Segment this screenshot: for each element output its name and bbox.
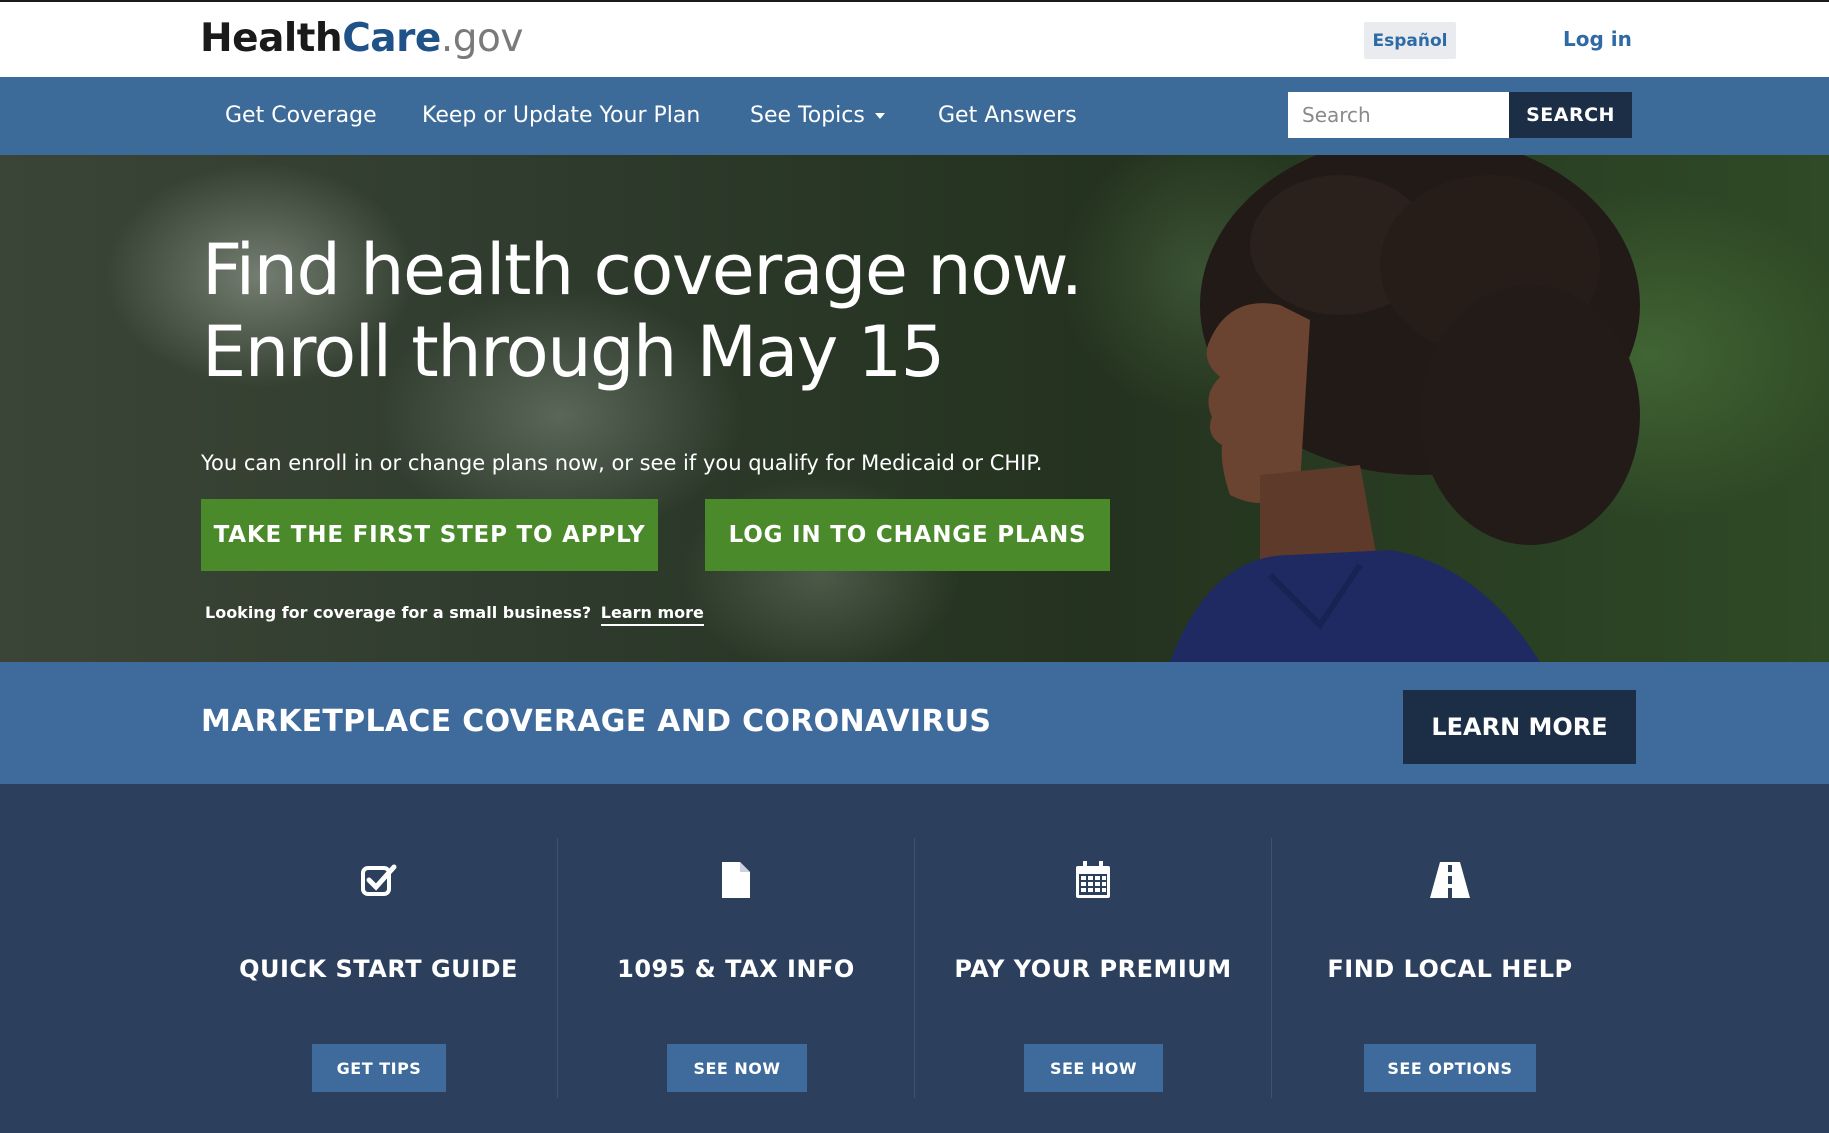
logo-gov: .gov <box>440 16 524 61</box>
card-find-local-help: FIND LOCAL HELP SEE OPTIONS <box>1271 838 1628 1098</box>
card-title: 1095 & TAX INFO <box>617 955 855 983</box>
quick-links-section: QUICK START GUIDE GET TIPS 1095 & TAX IN… <box>0 784 1829 1133</box>
nav-item-see-topics-label: See Topics <box>750 103 865 128</box>
hero-subtitle: You can enroll in or change plans now, o… <box>201 451 1043 475</box>
learn-more-button[interactable]: LEARN MORE <box>1403 690 1636 764</box>
logo-care: Care <box>342 16 441 61</box>
search-button[interactable]: SEARCH <box>1509 92 1632 138</box>
apply-button[interactable]: TAKE THE FIRST STEP TO APPLY <box>201 499 658 571</box>
nav-item-get-answers[interactable]: Get Answers <box>938 103 1077 128</box>
hero-person-image <box>1170 155 1640 662</box>
card-quick-start-guide: QUICK START GUIDE GET TIPS <box>200 838 557 1098</box>
card-title: FIND LOCAL HELP <box>1327 955 1573 983</box>
checkbox-icon <box>360 864 396 896</box>
search-input[interactable] <box>1288 92 1509 138</box>
small-business-text: Looking for coverage for a small busines… <box>205 603 592 622</box>
get-tips-button[interactable]: GET TIPS <box>312 1044 446 1092</box>
card-pay-premium: PAY YOUR PREMIUM SEE HOW <box>914 838 1271 1098</box>
hero-title-line-1: Find health coverage now. <box>202 229 1083 311</box>
main-nav: Get Coverage Keep or Update Your Plan Se… <box>0 77 1829 155</box>
road-icon <box>1430 862 1470 898</box>
see-options-button[interactable]: SEE OPTIONS <box>1364 1044 1536 1092</box>
chevron-down-icon <box>874 113 885 119</box>
banner-title: MARKETPLACE COVERAGE AND CORONAVIRUS <box>201 704 992 739</box>
calendar-icon <box>1076 861 1110 898</box>
small-business-learn-more-link[interactable]: Learn more <box>600 603 704 626</box>
document-icon <box>722 862 750 898</box>
logo-health: Health <box>200 16 343 61</box>
coronavirus-banner: MARKETPLACE COVERAGE AND CORONAVIRUS LEA… <box>0 662 1829 784</box>
site-header: HealthCare.gov Español Log in <box>0 0 1829 77</box>
hero-section: Find health coverage now. Enroll through… <box>0 155 1829 662</box>
change-plans-button[interactable]: LOG IN TO CHANGE PLANS <box>705 499 1110 571</box>
card-tax-info: 1095 & TAX INFO SEE NOW <box>557 838 914 1098</box>
hero-title: Find health coverage now. Enroll through… <box>202 229 1083 393</box>
nav-item-get-coverage[interactable]: Get Coverage <box>225 103 377 128</box>
card-title: QUICK START GUIDE <box>239 955 518 983</box>
nav-item-keep-update-plan[interactable]: Keep or Update Your Plan <box>422 103 700 128</box>
nav-item-see-topics[interactable]: See Topics <box>750 103 885 128</box>
espanol-button[interactable]: Español <box>1364 22 1456 59</box>
small-business-note: Looking for coverage for a small busines… <box>205 603 704 626</box>
card-title: PAY YOUR PREMIUM <box>954 955 1232 983</box>
see-how-button[interactable]: SEE HOW <box>1024 1044 1163 1092</box>
login-link[interactable]: Log in <box>1563 27 1632 51</box>
healthcare-gov-logo[interactable]: HealthCare.gov <box>200 16 523 61</box>
hero-title-line-2: Enroll through May 15 <box>202 311 945 393</box>
see-now-button[interactable]: SEE NOW <box>667 1044 807 1092</box>
